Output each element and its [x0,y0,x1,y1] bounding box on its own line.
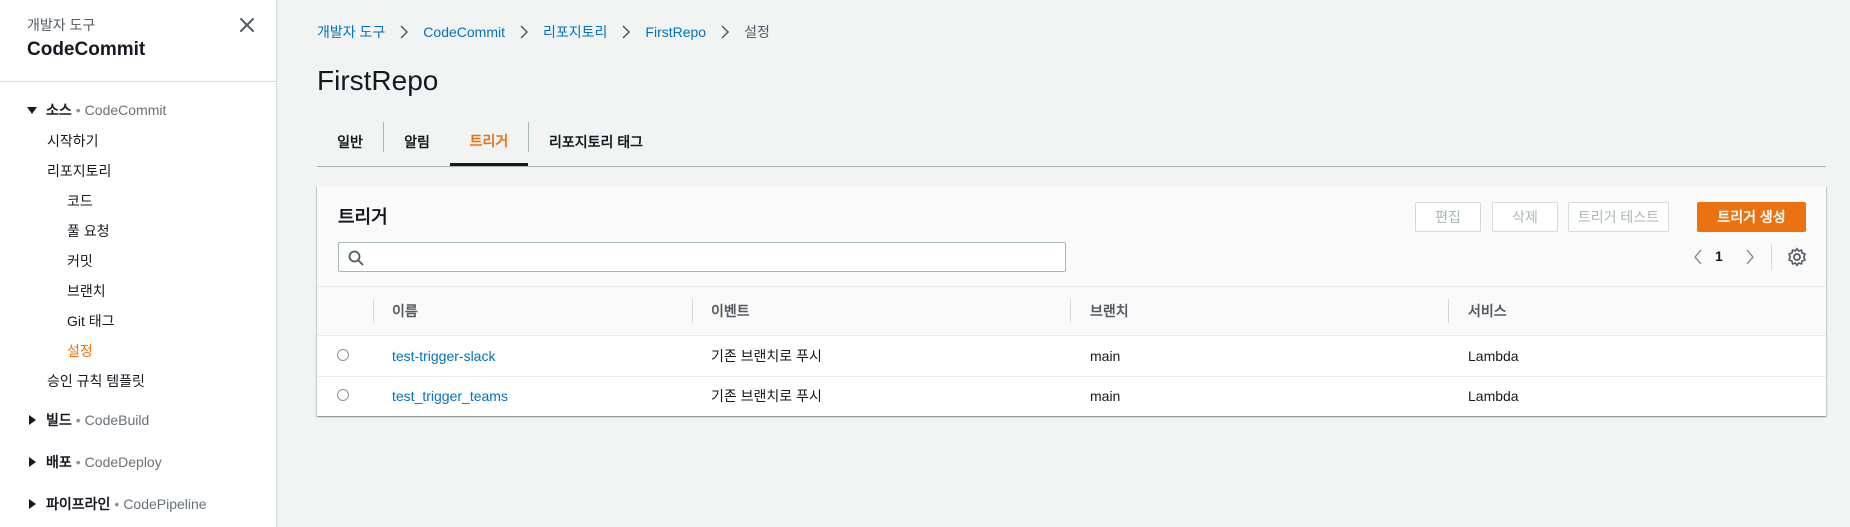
breadcrumb-firstrepo[interactable]: FirstRepo [645,24,706,40]
search-input[interactable] [371,246,1055,270]
sidebar-subtitle: 개발자 도구 [27,17,96,33]
panel-header: 트리거 편집 삭제 트리거 테스트 트리거 생성 1 [317,186,1826,287]
group-service: CodeBuild [84,412,150,428]
group-service: CodeDeploy [84,454,162,470]
trigger-service: Lambda [1468,348,1519,364]
column-divider [373,299,374,323]
group-name: 빌드 [46,412,72,428]
table-row[interactable]: test-trigger-slack 기존 브랜치로 푸시 main Lambd… [317,336,1826,377]
trigger-branch: main [1090,348,1121,364]
group-service: CodeCommit [84,102,167,118]
breadcrumb: 개발자 도구 CodeCommit 리포지토리 FirstRepo 설정 [317,22,770,42]
page-title: FirstRepo [317,65,439,96]
create-trigger-button[interactable]: 트리거 생성 [1697,202,1806,232]
caret-right-icon [29,457,36,467]
search-icon [348,250,364,266]
trigger-event: 기존 브랜치로 푸시 [711,388,822,404]
tab-notifications[interactable]: 알림 [384,118,450,165]
panel-title: 트리거 [338,207,388,227]
pager-divider [1771,244,1772,270]
sidebar-item-branches[interactable]: 브랜치 [67,282,106,300]
chevron-right-icon [721,25,730,39]
gear-icon[interactable] [1787,247,1807,267]
sidebar-item-approval-templates[interactable]: 승인 규칙 템플릿 [47,372,145,390]
sidebar-group-source[interactable]: 소스 • CodeCommit [26,101,166,119]
table-header: 이름 이벤트 브랜치 서비스 [317,287,1826,336]
sidebar-item-commits[interactable]: 커밋 [67,252,93,270]
group-dot: • [114,496,120,512]
breadcrumb-codecommit[interactable]: CodeCommit [423,24,505,40]
sidebar-item-getting-started[interactable]: 시작하기 [47,132,99,150]
sidebar-group-build[interactable]: 빌드 • CodeBuild [26,411,149,429]
breadcrumb-repositories[interactable]: 리포지토리 [543,22,607,42]
delete-button[interactable]: 삭제 [1492,202,1558,232]
sidebar-group-pipeline[interactable]: 파이프라인 • CodePipeline [26,495,207,513]
caret-right-icon [29,499,36,509]
caret-down-icon [27,107,37,114]
breadcrumb-developer-tools[interactable]: 개발자 도구 [317,22,385,42]
group-name: 소스 [46,102,72,118]
tab-bar: 일반 알림 트리거 리포지토리 태그 [317,118,1826,167]
breadcrumb-current: 설정 [744,24,770,40]
group-dot: • [75,454,81,470]
prev-page-button[interactable] [1688,244,1708,270]
edit-button[interactable]: 편집 [1415,202,1481,232]
search-box [338,242,1066,272]
trigger-service: Lambda [1468,388,1519,404]
chevron-left-icon [1694,249,1702,265]
sidebar-divider [0,81,277,82]
column-header-event[interactable]: 이벤트 [711,302,750,320]
group-name: 파이프라인 [46,496,111,512]
row-select-radio[interactable] [337,349,349,361]
column-header-branch[interactable]: 브랜치 [1090,302,1129,320]
trigger-branch: main [1090,388,1121,404]
test-trigger-button[interactable]: 트리거 테스트 [1568,202,1669,232]
column-header-service[interactable]: 서비스 [1468,302,1507,320]
chevron-right-icon [400,25,409,39]
close-icon[interactable] [236,14,258,36]
trigger-name-link[interactable]: test_trigger_teams [392,387,508,405]
sidebar-item-repositories[interactable]: 리포지토리 [47,162,111,180]
table-row[interactable]: test_trigger_teams 기존 브랜치로 푸시 main Lambd… [317,376,1826,416]
sidebar-item-pull-requests[interactable]: 풀 요청 [67,222,110,240]
column-divider [1070,299,1071,323]
caret-right-icon [29,415,36,425]
column-divider [1448,299,1449,323]
sidebar: 개발자 도구 CodeCommit 소스 • CodeCommit 시작하기 리… [0,0,277,527]
sidebar-header: 개발자 도구 CodeCommit [27,16,145,62]
next-page-button[interactable] [1740,244,1760,270]
sidebar-item-settings[interactable]: 설정 [67,342,93,360]
group-dot: • [75,102,81,118]
group-dot: • [75,412,81,428]
chevron-right-icon [520,25,529,39]
column-divider [692,299,693,323]
group-service: CodePipeline [123,496,207,512]
column-header-name[interactable]: 이름 [392,302,418,320]
current-page[interactable]: 1 [1715,248,1723,264]
sidebar-item-code[interactable]: 코드 [67,192,93,210]
group-name: 배포 [46,454,72,470]
chevron-right-icon [1746,249,1754,265]
tab-repository-tags[interactable]: 리포지토리 태그 [529,118,663,165]
trigger-name-link[interactable]: test-trigger-slack [392,347,495,365]
chevron-right-icon [622,25,631,39]
sidebar-group-deploy[interactable]: 배포 • CodeDeploy [26,453,162,471]
row-select-radio[interactable] [337,389,349,401]
sidebar-title[interactable]: CodeCommit [27,38,145,62]
trigger-event: 기존 브랜치로 푸시 [711,348,822,364]
sidebar-item-git-tags[interactable]: Git 태그 [67,312,115,330]
triggers-panel: 트리거 편집 삭제 트리거 테스트 트리거 생성 1 이름 이벤트 브랜치 서비… [317,186,1826,416]
tab-triggers[interactable]: 트리거 [450,118,528,166]
tab-general[interactable]: 일반 [317,118,383,165]
